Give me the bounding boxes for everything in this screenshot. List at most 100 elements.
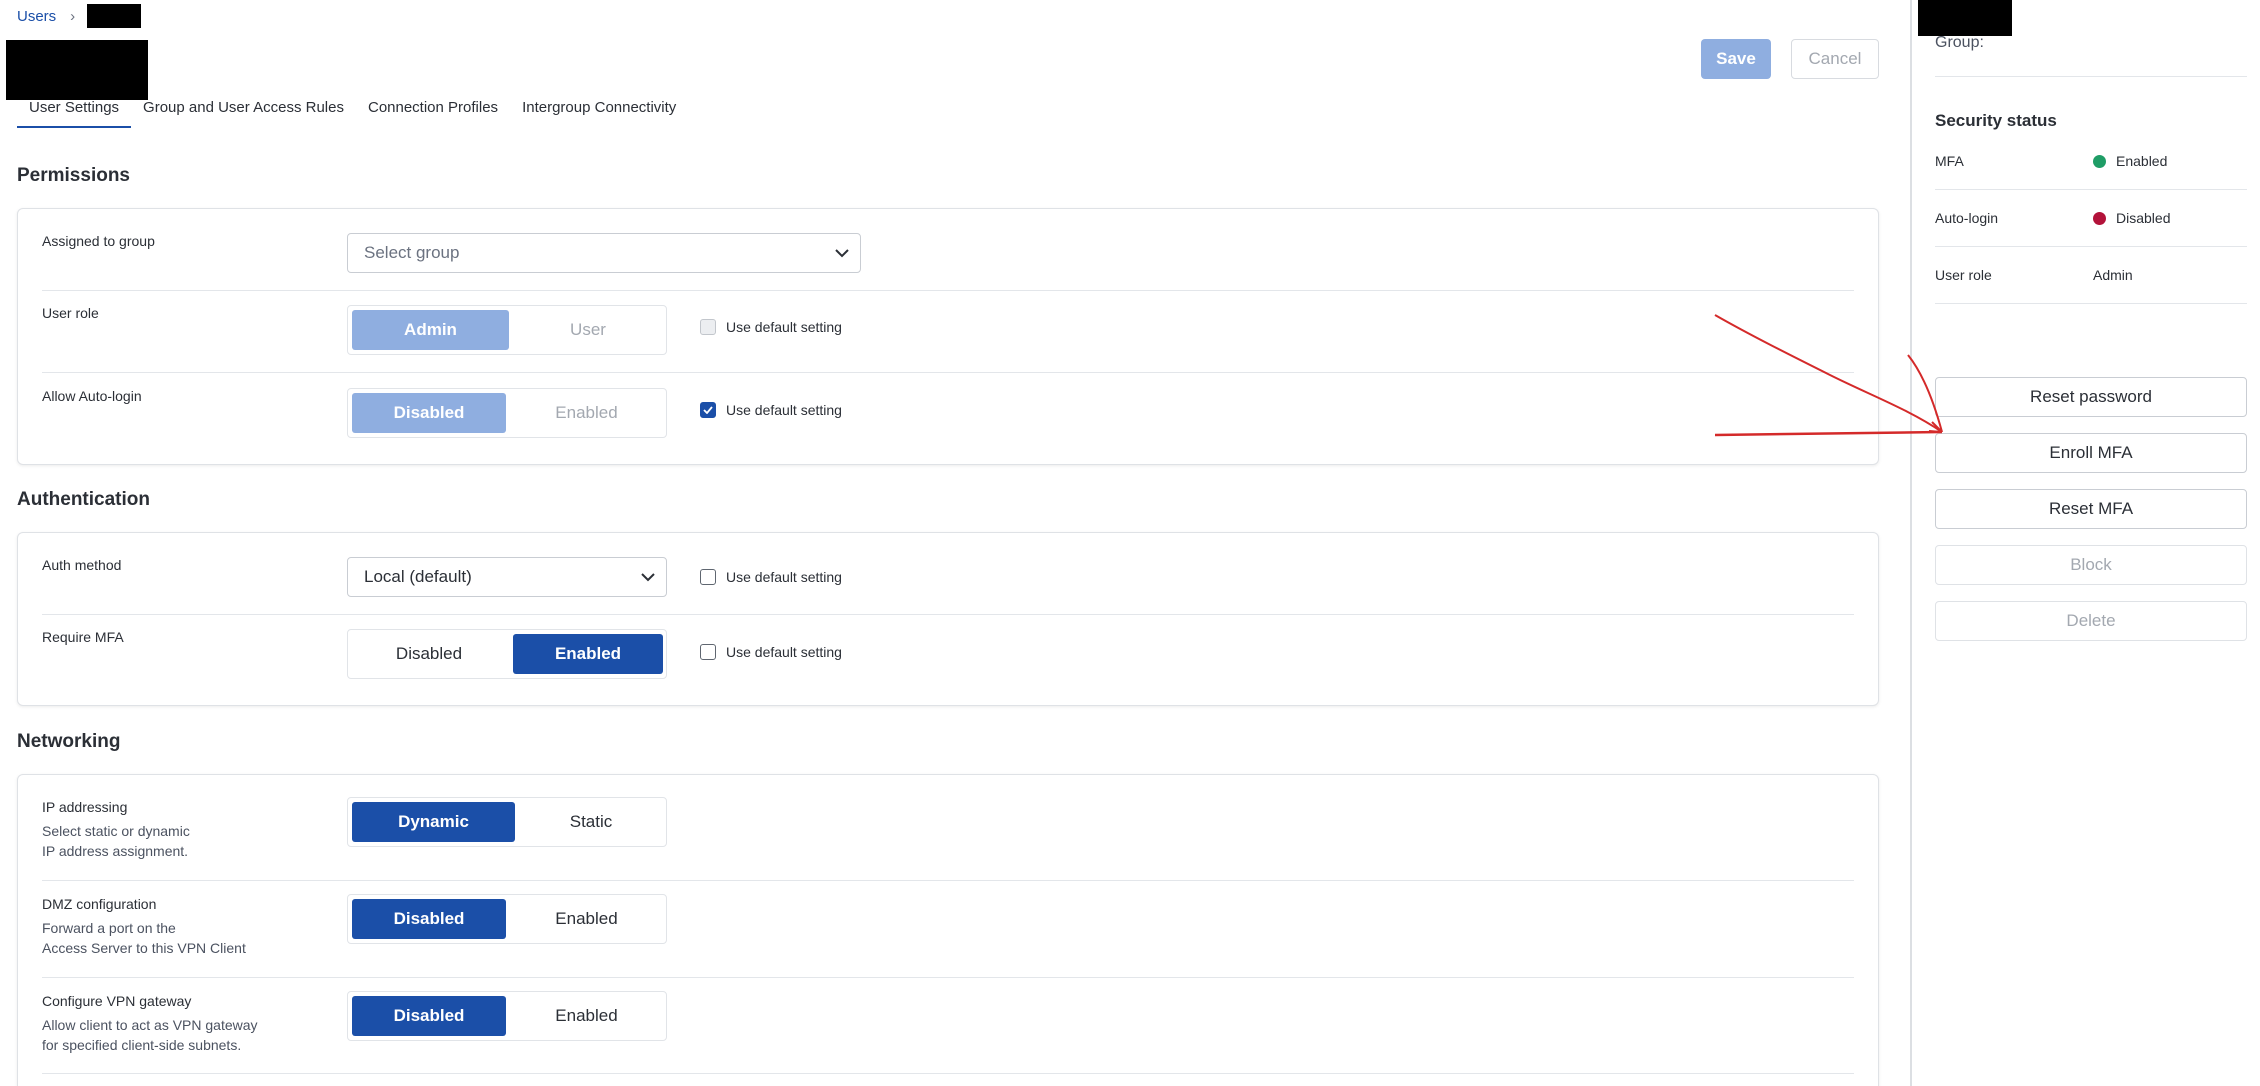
status-row-auto-login: Auto-login Disabled (1935, 210, 2247, 266)
row-divider (42, 290, 1854, 291)
panel-divider-line (1935, 303, 2247, 304)
status-value-text: Admin (2093, 267, 2133, 283)
ip-static-option[interactable]: Static (519, 802, 663, 842)
checkbox-label: Use default setting (726, 569, 842, 585)
checkbox-label: Use default setting (726, 644, 842, 660)
status-key: MFA (1935, 153, 1964, 169)
panel-redacted-username (1918, 0, 2012, 36)
status-key: Auto-login (1935, 210, 1999, 226)
checkbox-label: Use default setting (726, 319, 842, 335)
user-role-label: User role (42, 305, 99, 321)
assigned-group-label: Assigned to group (42, 233, 155, 249)
vpn-gateway-disabled-option[interactable]: Disabled (352, 996, 506, 1036)
require-mfa-row: Require MFA Disabled Enabled Use default… (42, 629, 1854, 679)
save-button[interactable]: Save (1701, 39, 1771, 79)
row-divider (42, 614, 1854, 615)
vpn-gateway-description-line2: for specified client-side subnets. (42, 1037, 242, 1053)
vpn-gateway-row: Configure VPN gateway Allow client to ac… (42, 991, 1854, 1063)
group-select[interactable]: Select group (347, 233, 861, 273)
vpn-gateway-enabled-option[interactable]: Enabled (510, 996, 663, 1036)
tab-user-settings[interactable]: User Settings (17, 92, 132, 128)
user-role-admin-option[interactable]: Admin (352, 310, 509, 350)
page-title-redacted (6, 40, 148, 100)
ip-addressing-description-line1: Select static or dynamic (42, 823, 190, 839)
tab-bar: User Settings Group and User Access Rule… (17, 92, 688, 128)
user-role-user-option[interactable]: User (513, 310, 663, 350)
status-value-text: Enabled (2116, 153, 2168, 169)
block-button[interactable]: Block (1935, 545, 2247, 585)
auto-login-row: Allow Auto-login Disabled Enabled Use de… (42, 388, 1854, 438)
user-settings-page: Users › Save Cancel User Settings Group … (0, 0, 2260, 1086)
status-value: Enabled (2093, 153, 2167, 169)
dmz-description-line1: Forward a port on the (42, 920, 176, 936)
permissions-heading: Permissions (17, 165, 130, 186)
dmz-description-line2: Access Server to this VPN Client (42, 940, 246, 956)
require-mfa-label: Require MFA (42, 629, 124, 645)
dmz-disabled-option[interactable]: Disabled (352, 899, 506, 939)
group-select-value: Select group (364, 243, 460, 262)
auto-login-default-checkbox[interactable]: Use default setting (700, 402, 842, 418)
enroll-mfa-button[interactable]: Enroll MFA (1935, 433, 2247, 473)
ip-addressing-toggle: Dynamic Static (347, 797, 667, 847)
auth-method-select[interactable]: Local (default) (347, 557, 667, 597)
status-value: Disabled (2093, 210, 2170, 226)
security-status-heading: Security status (1935, 111, 2057, 130)
authentication-card: Auth method Local (default) Use default … (17, 532, 1879, 706)
status-value: Admin (2093, 267, 2133, 283)
ip-dynamic-option[interactable]: Dynamic (352, 802, 515, 842)
require-mfa-disabled-option[interactable]: Disabled (352, 634, 506, 674)
tab-intergroup-connectivity[interactable]: Intergroup Connectivity (510, 92, 688, 128)
checkbox-icon (700, 644, 716, 660)
main-content: Users › Save Cancel User Settings Group … (0, 0, 1906, 1086)
status-dot-icon (2093, 211, 2106, 225)
reset-password-button[interactable]: Reset password (1935, 377, 2247, 417)
require-mfa-default-checkbox[interactable]: Use default setting (700, 644, 842, 660)
user-role-default-checkbox[interactable]: Use default setting (700, 319, 842, 335)
require-mfa-toggle: Disabled Enabled (347, 629, 667, 679)
auto-login-disabled-option[interactable]: Disabled (352, 393, 506, 433)
vpn-gateway-label: Configure VPN gateway (42, 993, 192, 1009)
breadcrumb-separator-icon: › (70, 7, 76, 25)
checkbox-icon (700, 569, 716, 585)
user-details-panel: Group: Security status MFA Enabled Auto-… (1912, 0, 2260, 1086)
tab-connection-profiles[interactable]: Connection Profiles (356, 92, 510, 128)
ip-addressing-label: IP addressing (42, 799, 128, 815)
require-mfa-enabled-option[interactable]: Enabled (513, 634, 663, 674)
networking-heading: Networking (17, 731, 121, 752)
dmz-row: DMZ configuration Forward a port on the … (42, 894, 1854, 966)
breadcrumb-users-link[interactable]: Users (17, 8, 56, 25)
auth-method-row: Auth method Local (default) Use default … (42, 557, 1854, 607)
assigned-group-row: Assigned to group Select group (42, 233, 1854, 283)
user-role-row: User role Admin User Use default setting (42, 305, 1854, 355)
cancel-button[interactable]: Cancel (1791, 39, 1879, 79)
breadcrumb: Users › (17, 4, 142, 28)
checkbox-label: Use default setting (726, 402, 842, 418)
row-divider (42, 977, 1854, 978)
ip-addressing-row: IP addressing Select static or dynamic I… (42, 797, 1854, 869)
panel-divider-line (1935, 76, 2247, 77)
dmz-toggle: Disabled Enabled (347, 894, 667, 944)
row-divider (42, 1073, 1854, 1074)
checkbox-icon (700, 319, 716, 335)
auto-login-enabled-option[interactable]: Enabled (510, 393, 663, 433)
delete-button[interactable]: Delete (1935, 601, 2247, 641)
dmz-enabled-option[interactable]: Enabled (510, 899, 663, 939)
auth-method-value: Local (default) (364, 567, 472, 586)
reset-mfa-button[interactable]: Reset MFA (1935, 489, 2247, 529)
checkmark-icon (700, 402, 716, 418)
row-divider (42, 880, 1854, 881)
chevron-down-icon (630, 557, 666, 597)
vpn-gateway-description-line1: Allow client to act as VPN gateway (42, 1017, 258, 1033)
tab-group-user-access-rules[interactable]: Group and User Access Rules (131, 92, 356, 128)
auth-method-label: Auth method (42, 557, 122, 573)
status-value-text: Disabled (2116, 210, 2171, 226)
auto-login-toggle: Disabled Enabled (347, 388, 667, 438)
status-row-mfa: MFA Enabled (1935, 153, 2247, 209)
status-dot-icon (2093, 154, 2106, 168)
panel-divider-line (1935, 246, 2247, 247)
authentication-heading: Authentication (17, 489, 150, 510)
networking-card: IP addressing Select static or dynamic I… (17, 774, 1879, 1086)
ip-addressing-description-line2: IP address assignment. (42, 843, 189, 859)
auth-method-default-checkbox[interactable]: Use default setting (700, 569, 842, 585)
panel-divider-line (1935, 189, 2247, 190)
